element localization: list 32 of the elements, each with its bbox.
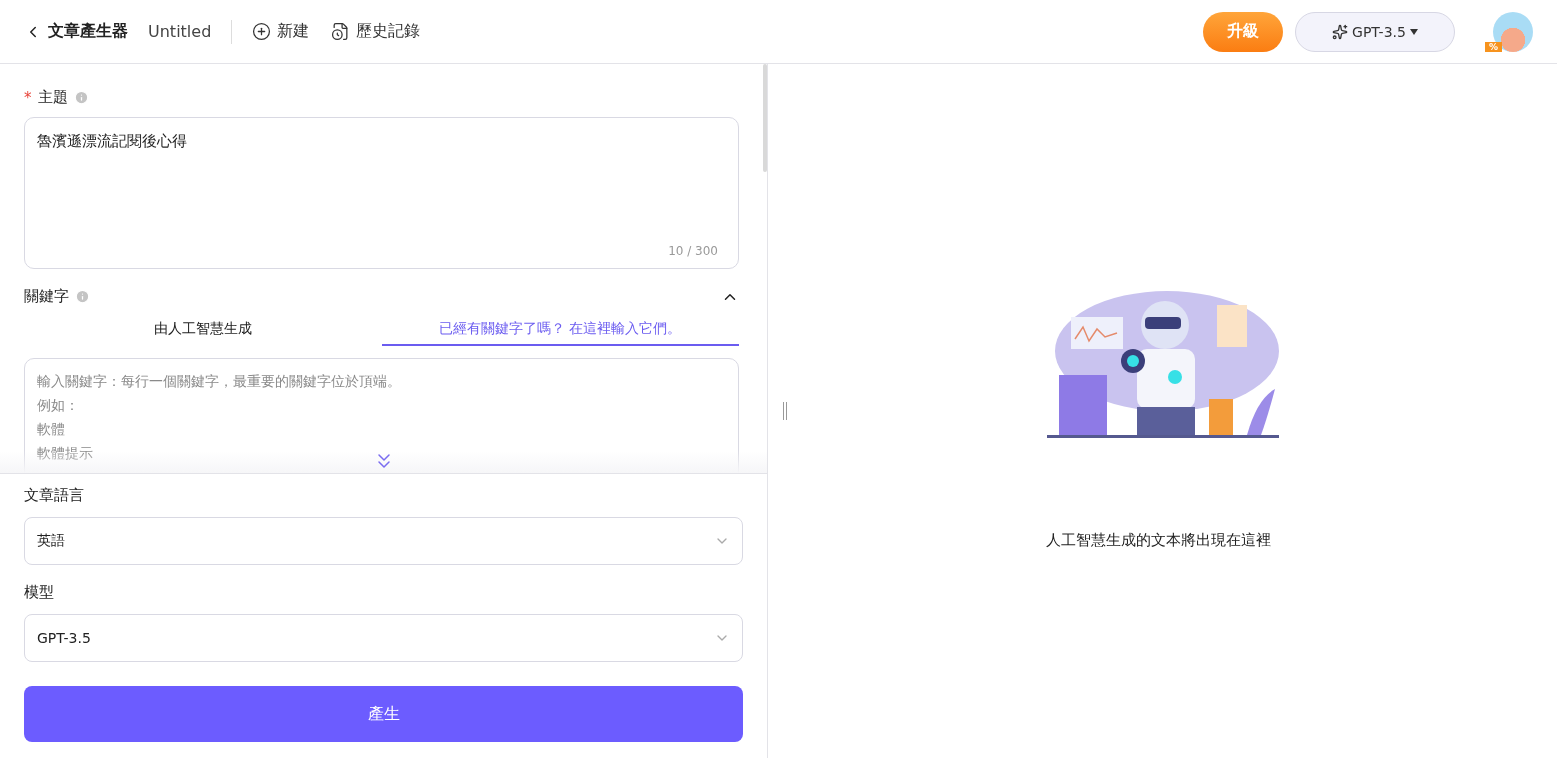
language-select[interactable]: 英語 xyxy=(24,517,743,565)
keyword-tab[interactable]: 由人工智慧生成 xyxy=(24,316,382,346)
discount-badge: % xyxy=(1485,41,1503,52)
new-button[interactable]: 新建 xyxy=(252,21,310,42)
page-title: 文章產生器 xyxy=(48,21,128,42)
caret-icon xyxy=(1409,28,1418,35)
resize-handle[interactable] xyxy=(783,402,787,420)
field-label: 主題 xyxy=(37,88,68,107)
model-select[interactable]: GPT-3.5 xyxy=(24,614,743,662)
info-icon[interactable] xyxy=(73,90,89,105)
placeholder-text: 例如： xyxy=(37,396,79,415)
topic-value: 魯濱遜漂流記閱後心得 xyxy=(37,132,188,151)
info-icon[interactable] xyxy=(75,289,90,304)
field-label: 文章語言 xyxy=(24,486,85,505)
keywords-field[interactable]: 輸入關鍵字：每行一個關鍵字，最重要的關鍵字位於頂端。 例如： 軟體 軟體提示 xyxy=(24,358,739,473)
keyword-tab[interactable]: 已經有關鍵字了嗎？ 在這裡輸入它們。 xyxy=(381,316,739,346)
placeholder-message: 人工智慧生成的文本將出現在這裡 xyxy=(1046,531,1271,550)
sparkle-icon xyxy=(1332,23,1349,40)
history-button[interactable]: 歷史記錄 xyxy=(331,21,421,42)
placeholder-text: 輸入關鍵字：每行一個關鍵字，最重要的關鍵字位於頂端。 xyxy=(37,372,401,391)
field-label: 關鍵字 xyxy=(24,287,69,306)
document-name: Untitled xyxy=(148,22,212,41)
character-counter: 10 / 300 xyxy=(668,244,718,258)
placeholder-text: 軟體 xyxy=(37,420,65,439)
scrollbar[interactable] xyxy=(763,64,767,172)
plus-circle-icon xyxy=(252,22,272,41)
generate-button[interactable]: 產生 xyxy=(24,686,743,742)
required-mark: * xyxy=(24,88,32,107)
field-label: 模型 xyxy=(24,583,55,602)
model-dropdown-button[interactable]: GPT-3.5 xyxy=(1295,11,1455,52)
topic-field[interactable]: 魯濱遜漂流記閱後心得 10 / 300 xyxy=(24,117,739,269)
placeholder-text: 軟體提示 xyxy=(37,444,93,463)
